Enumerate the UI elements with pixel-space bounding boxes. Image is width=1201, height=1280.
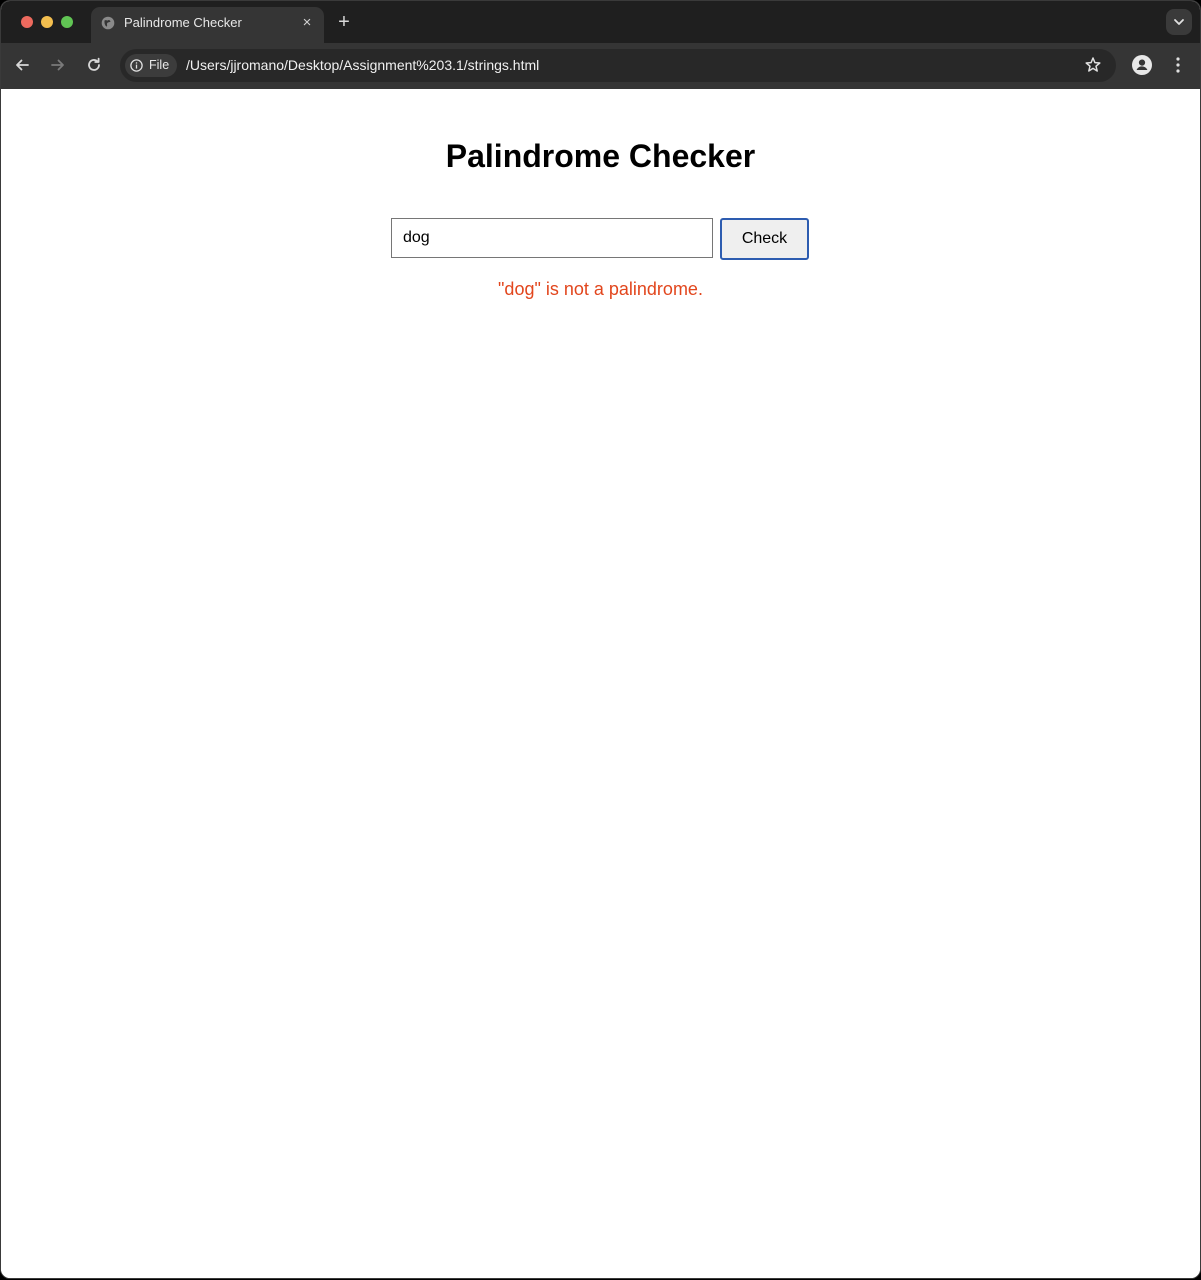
palindrome-input[interactable] xyxy=(391,218,713,258)
browser-window: Palindrome Checker × + File /Users/jjrom… xyxy=(0,0,1201,1279)
close-window-button[interactable] xyxy=(21,16,33,28)
new-tab-button[interactable]: + xyxy=(334,11,354,33)
star-icon[interactable] xyxy=(1084,56,1102,74)
address-bar[interactable]: File /Users/jjromano/Desktop/Assignment%… xyxy=(120,49,1116,82)
forward-arrow-icon[interactable] xyxy=(48,55,68,75)
tab-search-button[interactable] xyxy=(1166,9,1192,35)
tab-strip: Palindrome Checker × + xyxy=(1,1,1200,43)
reload-icon[interactable] xyxy=(84,55,104,75)
profile-icon[interactable] xyxy=(1131,54,1153,76)
browser-toolbar: File /Users/jjromano/Desktop/Assignment%… xyxy=(1,43,1200,89)
kebab-menu-icon[interactable] xyxy=(1169,54,1187,76)
maximize-window-button[interactable] xyxy=(61,16,73,28)
active-tab[interactable]: Palindrome Checker × xyxy=(91,7,324,43)
site-info-label: File xyxy=(149,58,170,72)
info-icon xyxy=(130,59,143,72)
page-content: Palindrome Checker Check "dog" is not a … xyxy=(1,89,1200,1278)
page-title: Palindrome Checker xyxy=(445,138,756,174)
check-button[interactable]: Check xyxy=(720,218,809,260)
back-arrow-icon[interactable] xyxy=(12,55,32,75)
tab-title: Palindrome Checker xyxy=(124,15,242,30)
result-message: "dog" is not a palindrome. xyxy=(498,279,703,299)
minimize-window-button[interactable] xyxy=(41,16,53,28)
site-info-chip[interactable]: File xyxy=(125,54,177,77)
url-text[interactable]: /Users/jjromano/Desktop/Assignment%203.1… xyxy=(186,57,539,73)
chevron-down-icon xyxy=(1174,19,1184,25)
tab-close-icon[interactable]: × xyxy=(298,14,316,32)
globe-icon xyxy=(101,16,115,30)
